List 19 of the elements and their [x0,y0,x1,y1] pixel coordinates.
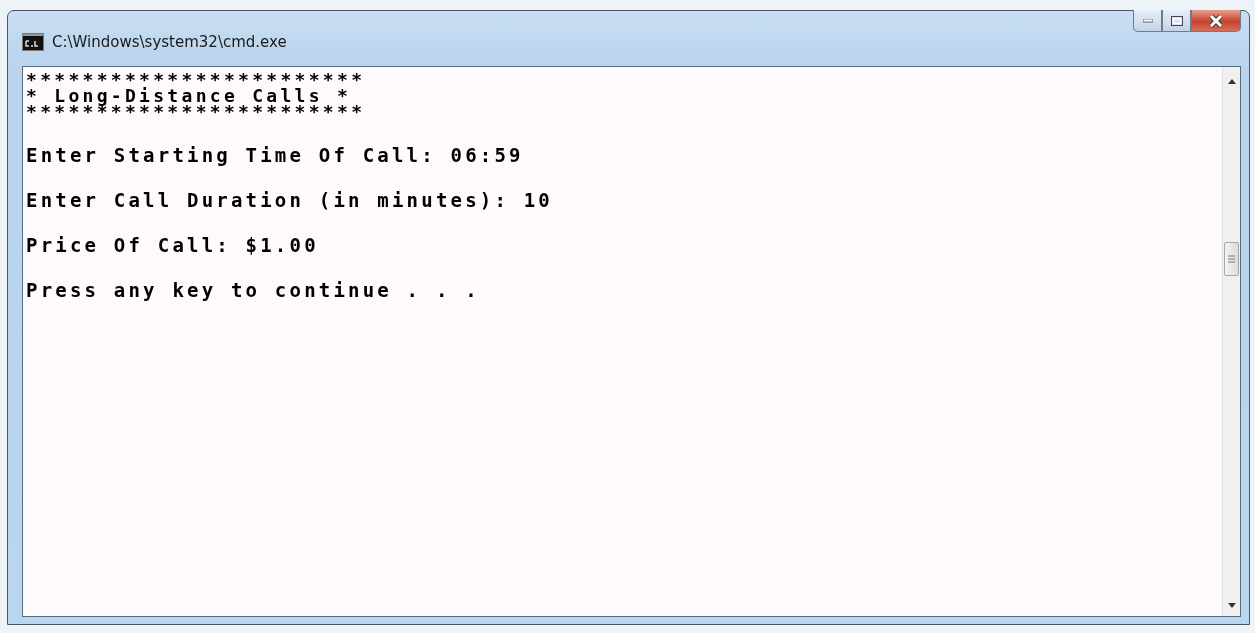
minimize-button[interactable] [1133,10,1162,32]
scroll-down-icon[interactable] [1227,603,1236,608]
close-button[interactable] [1191,10,1241,32]
window-title: C:\Windows\system32\cmd.exe [52,32,287,51]
console-output-line: Price Of Call: $1.00 [26,234,320,256]
maximize-button[interactable] [1162,10,1191,32]
maximize-icon [1170,15,1183,26]
console-app-icon [22,32,44,51]
console-output-line: Enter Starting Time Of Call: 06:59 [26,144,525,166]
scroll-up-icon[interactable] [1227,79,1236,84]
close-icon [1208,13,1224,28]
console-output-line: Press any key to continue . . . [26,279,481,301]
vertical-scrollbar[interactable] [1222,67,1240,616]
console-banner-line: ************************ [26,72,367,88]
scroll-thumb[interactable] [1224,241,1239,276]
minimize-icon [1142,18,1153,23]
console-banner-line: * Long-Distance Calls * [26,88,352,104]
console-banner-line: ************************ [26,104,367,120]
console-output-line: Enter Call Duration (in minutes): 10 [26,189,554,211]
